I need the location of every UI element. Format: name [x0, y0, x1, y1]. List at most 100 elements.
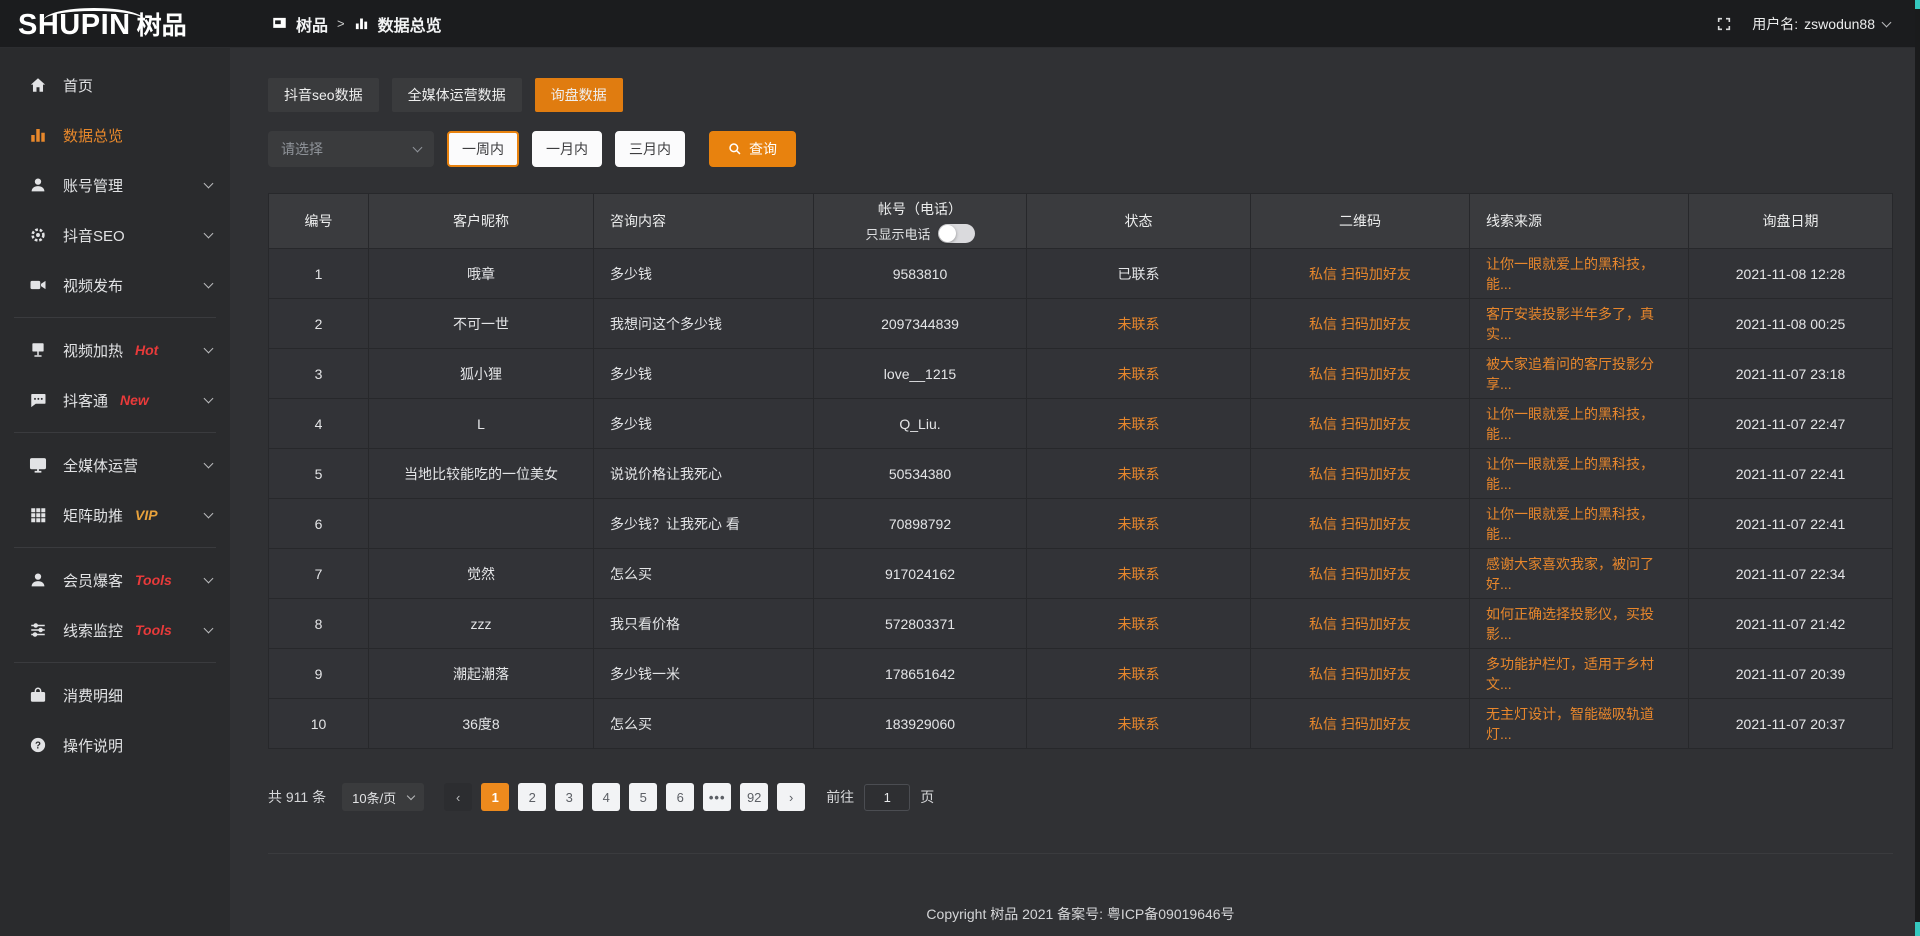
cell-id: 7 [269, 549, 369, 599]
page-button-2[interactable]: 2 [518, 783, 546, 811]
filter-select[interactable]: 请选择 [268, 131, 434, 167]
sidebar-divider [14, 662, 216, 663]
goto-page-input[interactable] [864, 784, 910, 811]
cell-source[interactable]: 让你一眼就爱上的黑科技，能... [1470, 399, 1689, 449]
cell-source[interactable]: 客厅安装投影半年多了，真实... [1470, 299, 1689, 349]
sidebar-item-douyin-seo[interactable]: 抖音SEO [0, 210, 230, 260]
cell-content: 怎么买 [594, 549, 814, 599]
table-row: 9潮起潮落多少钱一米178651642未联系私信 扫码加好友多功能护栏灯，适用于… [269, 649, 1893, 699]
tab-0[interactable]: 抖音seo数据 [268, 78, 379, 112]
chevron-down-icon [204, 278, 214, 288]
col-header-account-label: 帐号（电话） [878, 199, 962, 219]
scrollbar-thumb-bottom[interactable] [1915, 922, 1920, 936]
page-button-4[interactable]: 4 [592, 783, 620, 811]
sidebar-item-douketong[interactable]: 抖客通New [0, 375, 230, 425]
cell-date: 2021-11-08 12:28 [1689, 249, 1893, 299]
sidebar-item-video-publish[interactable]: 视频发布 [0, 260, 230, 310]
chevron-down-icon [204, 623, 214, 633]
cell-source[interactable]: 无主灯设计，智能磁吸轨道灯... [1470, 699, 1689, 749]
search-button[interactable]: 查询 [709, 131, 796, 167]
tab-1[interactable]: 全媒体运营数据 [392, 78, 522, 112]
cell-qrcode[interactable]: 私信 扫码加好友 [1251, 249, 1470, 299]
sidebar-item-label: 线索监控 [63, 620, 123, 641]
cell-source[interactable]: 让你一眼就爱上的黑科技，能... [1470, 499, 1689, 549]
range-button[interactable]: 一月内 [532, 131, 602, 167]
sidebar-item-member-baoke[interactable]: 会员爆客Tools [0, 555, 230, 605]
cell-source[interactable]: 让你一眼就爱上的黑科技，能... [1470, 249, 1689, 299]
cell-status: 未联系 [1027, 449, 1251, 499]
sidebar-item-account-management[interactable]: 账号管理 [0, 160, 230, 210]
cell-account: 50534380 [814, 449, 1027, 499]
user-menu[interactable]: 用户名: zswodun88 [1752, 14, 1890, 34]
breadcrumb-app[interactable]: 树品 [296, 12, 328, 36]
cell-qrcode[interactable]: 私信 扫码加好友 [1251, 449, 1470, 499]
cell-date: 2021-11-07 20:37 [1689, 699, 1893, 749]
cell-qrcode[interactable]: 私信 扫码加好友 [1251, 549, 1470, 599]
page-button-92[interactable]: 92 [740, 783, 768, 811]
cell-nickname: 狐小狸 [369, 349, 594, 399]
chevron-down-icon [204, 458, 214, 468]
app-window-icon [272, 16, 287, 31]
topbar-right: 用户名: zswodun88 [1716, 14, 1890, 34]
cell-qrcode[interactable]: 私信 扫码加好友 [1251, 349, 1470, 399]
cell-qrcode[interactable]: 私信 扫码加好友 [1251, 299, 1470, 349]
cell-qrcode[interactable]: 私信 扫码加好友 [1251, 649, 1470, 699]
cell-qrcode[interactable]: 私信 扫码加好友 [1251, 599, 1470, 649]
cell-content: 怎么买 [594, 699, 814, 749]
monitor-icon [28, 456, 48, 474]
grid-icon [28, 506, 48, 524]
pagination: 共 911 条 10条/页 ‹123456•••92› 前往 页 [268, 783, 1893, 811]
cell-content: 多少钱 [594, 349, 814, 399]
cell-source[interactable]: 如何正确选择投影仪，买投影... [1470, 599, 1689, 649]
total-count: 共 911 条 [268, 787, 326, 807]
fullscreen-icon[interactable] [1716, 16, 1732, 32]
tab-2[interactable]: 询盘数据 [535, 78, 623, 112]
cell-status: 未联系 [1027, 399, 1251, 449]
page-button-5[interactable]: 5 [629, 783, 657, 811]
gear-icon [28, 226, 48, 244]
table-row: 3狐小狸多少钱love__1215未联系私信 扫码加好友被大家追着问的客厅投影分… [269, 349, 1893, 399]
breadcrumb-page[interactable]: 数据总览 [378, 12, 442, 36]
cell-qrcode[interactable]: 私信 扫码加好友 [1251, 399, 1470, 449]
sidebar-item-data-overview[interactable]: 数据总览 [0, 110, 230, 160]
sidebar-item-clue-monitor[interactable]: 线索监控Tools [0, 605, 230, 655]
data-tabs: 抖音seo数据全媒体运营数据询盘数据 [268, 78, 1893, 112]
cell-source[interactable]: 让你一眼就爱上的黑科技，能... [1470, 449, 1689, 499]
range-button[interactable]: 一周内 [447, 131, 519, 167]
cell-content: 我只看价格 [594, 599, 814, 649]
chevron-down-icon [204, 343, 214, 353]
sidebar-divider [14, 317, 216, 318]
table-row: 1哦章多少钱9583810已联系私信 扫码加好友让你一眼就爱上的黑科技，能...… [269, 249, 1893, 299]
sidebar-item-operation-guide[interactable]: ?操作说明 [0, 720, 230, 770]
page-button-3[interactable]: 3 [555, 783, 583, 811]
phone-only-toggle[interactable] [938, 224, 975, 243]
cell-date: 2021-11-07 22:34 [1689, 549, 1893, 599]
sidebar-item-label: 抖音SEO [63, 225, 125, 246]
cell-qrcode[interactable]: 私信 扫码加好友 [1251, 699, 1470, 749]
cell-content: 说说价格让我死心 [594, 449, 814, 499]
cell-nickname: 当地比较能吃的一位美女 [369, 449, 594, 499]
sidebar-item-consume-detail[interactable]: 消费明细 [0, 670, 230, 720]
page-button-1[interactable]: 1 [481, 783, 509, 811]
cell-source[interactable]: 被大家追着问的客厅投影分享... [1470, 349, 1689, 399]
cell-qrcode[interactable]: 私信 扫码加好友 [1251, 499, 1470, 549]
cell-source[interactable]: 多功能护栏灯，适用于乡村文... [1470, 649, 1689, 699]
cell-account: 2097344839 [814, 299, 1027, 349]
page-size-value: 10条/页 [352, 788, 396, 807]
prev-page-button[interactable]: ‹ [444, 783, 472, 811]
cell-source[interactable]: 感谢大家喜欢我家，被问了好... [1470, 549, 1689, 599]
scrollbar[interactable] [1915, 0, 1920, 936]
sidebar-item-media-operation[interactable]: 全媒体运营 [0, 440, 230, 490]
more-pages-button[interactable]: ••• [703, 783, 731, 811]
next-page-button[interactable]: › [777, 783, 805, 811]
range-button[interactable]: 三月内 [615, 131, 685, 167]
sidebar-item-home[interactable]: 首页 [0, 60, 230, 110]
username: zswodun88 [1804, 16, 1875, 32]
scrollbar-thumb-top[interactable] [1915, 0, 1920, 9]
cell-content: 我想问这个多少钱 [594, 299, 814, 349]
page-size-select[interactable]: 10条/页 [342, 783, 424, 811]
sidebar-item-video-heat[interactable]: 视频加热Hot [0, 325, 230, 375]
logo-text-cn: 树品 [137, 6, 187, 42]
sidebar-item-matrix-boost[interactable]: 矩阵助推VIP [0, 490, 230, 540]
page-button-6[interactable]: 6 [666, 783, 694, 811]
